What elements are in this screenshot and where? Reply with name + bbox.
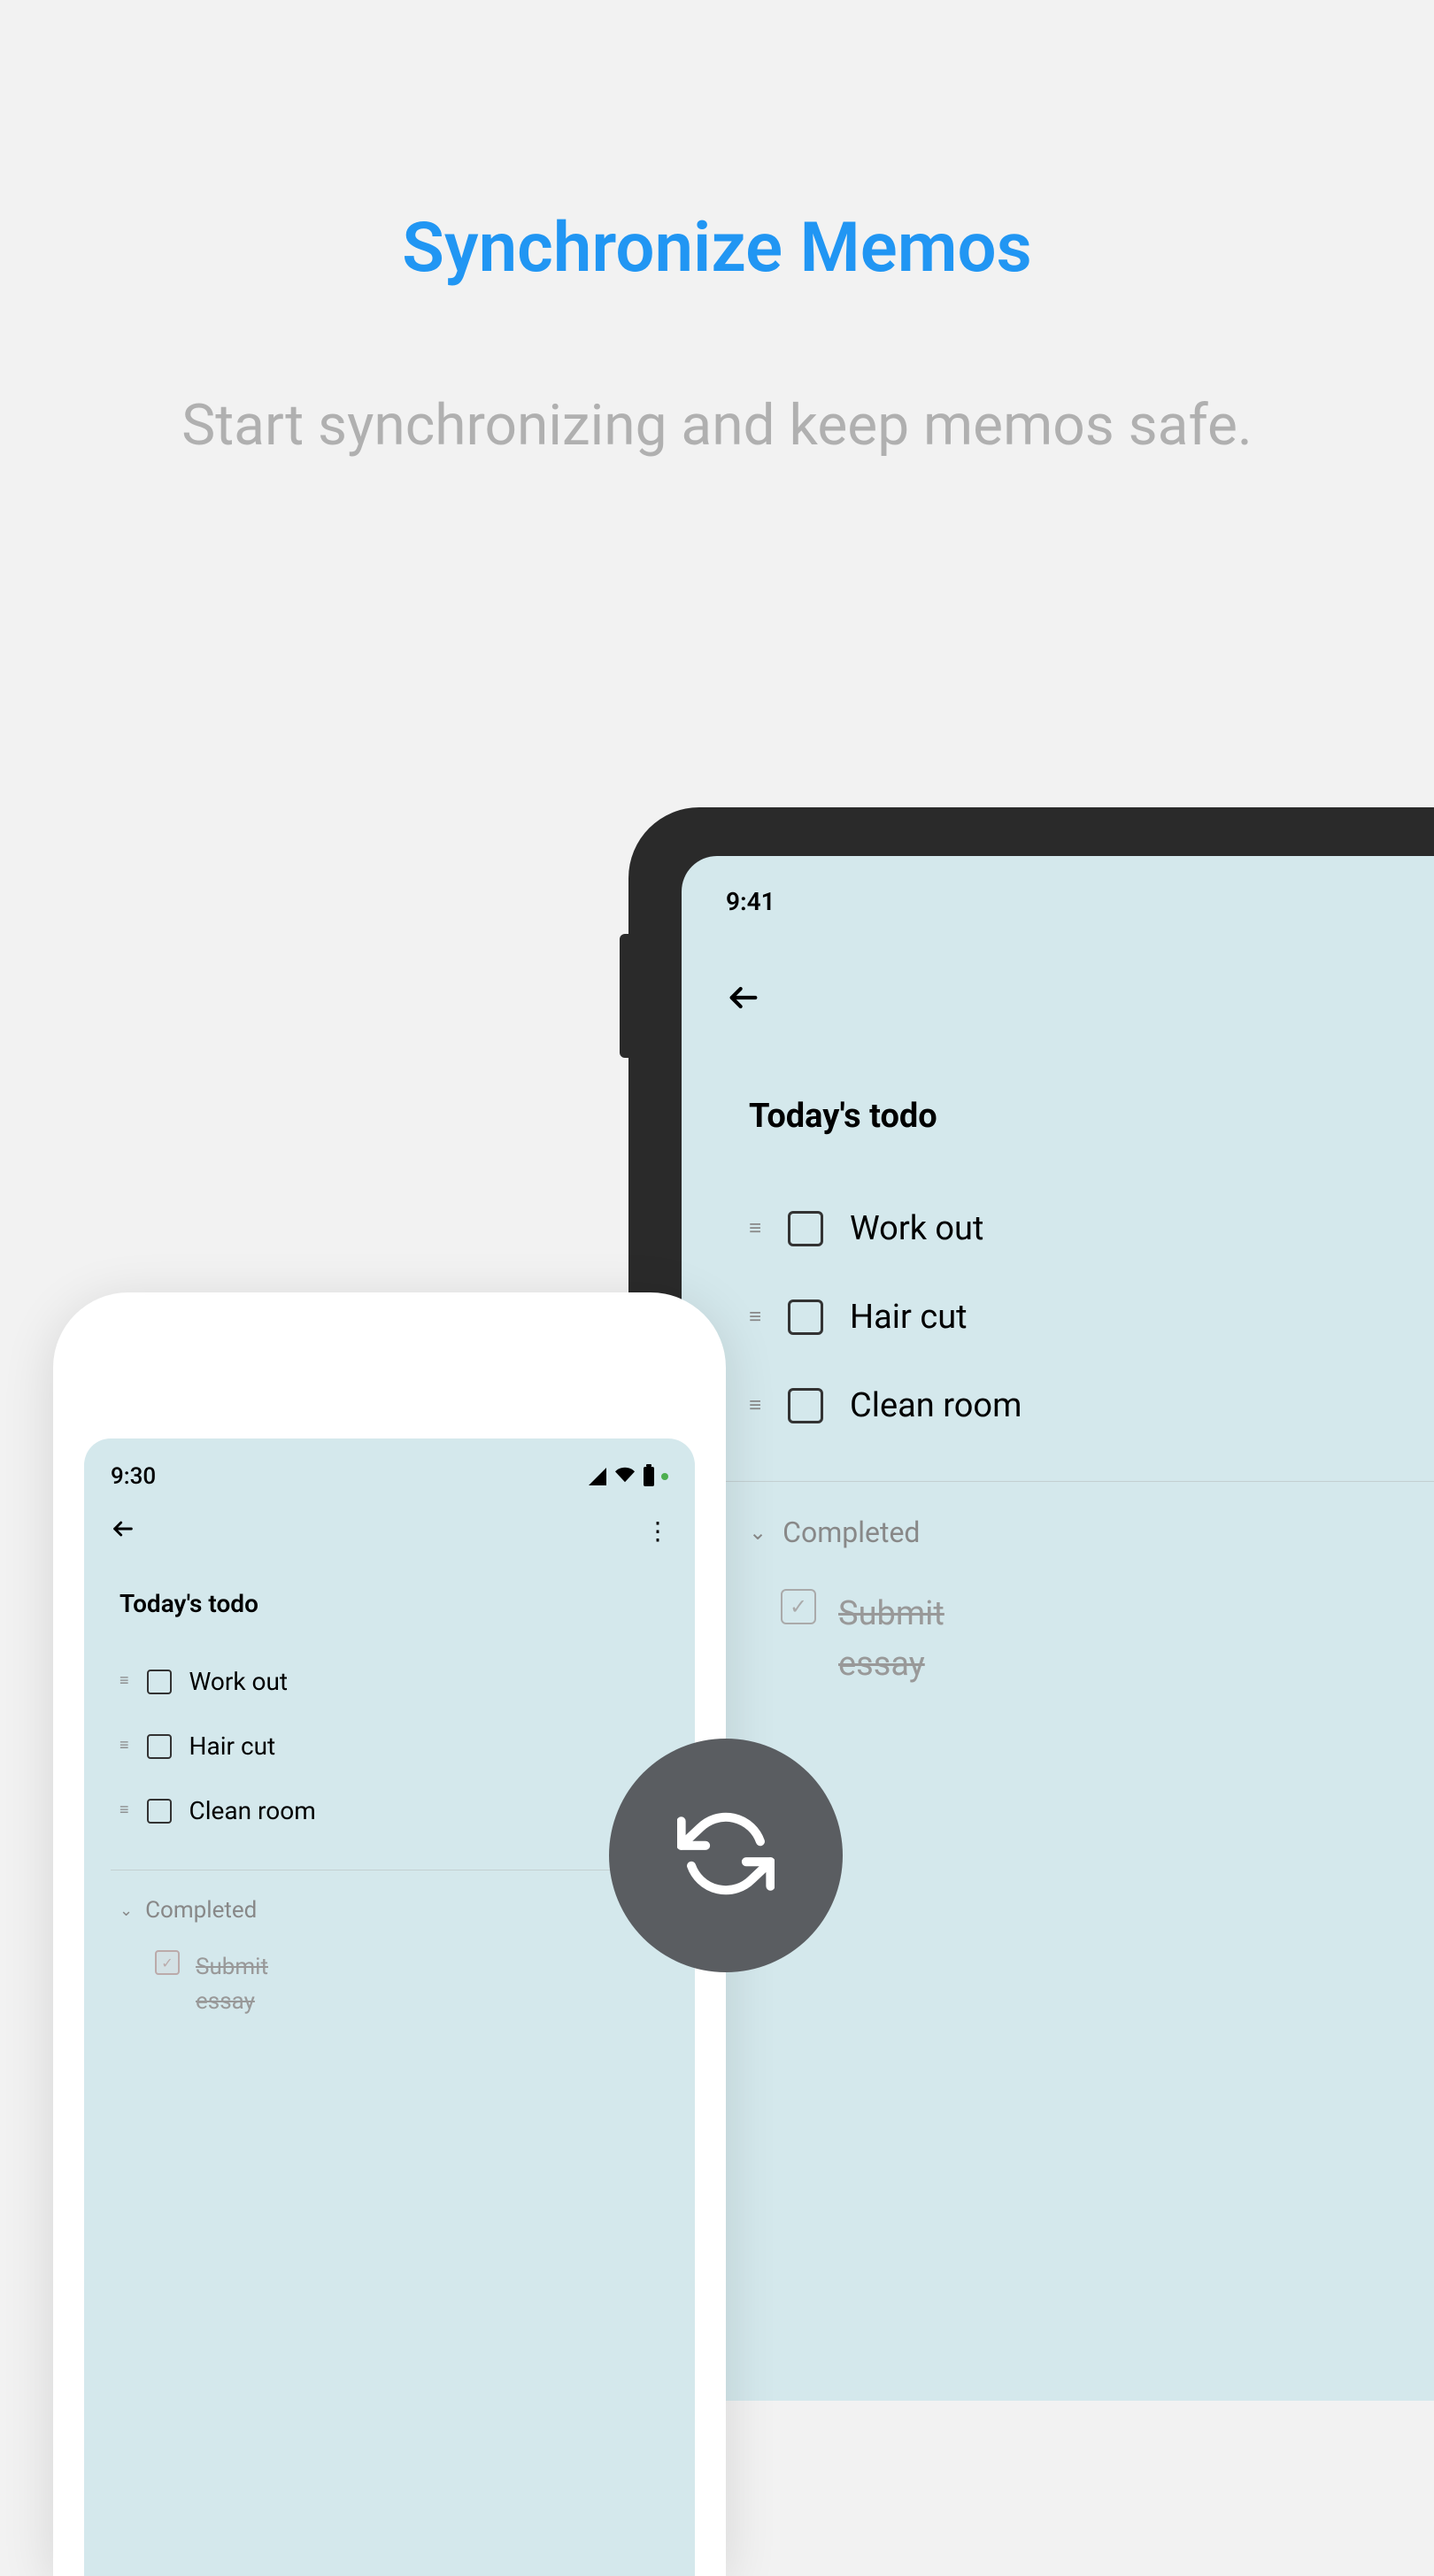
chevron-down-icon: ⌄ [120, 1901, 133, 1920]
phone-status-icons [589, 1465, 668, 1488]
page-title: Synchronize Memos [0, 0, 1434, 289]
sync-icon [677, 1805, 775, 1906]
sync-button[interactable] [609, 1739, 843, 1972]
todo-text: Clean room [189, 1796, 316, 1825]
completed-item[interactable]: ✓ Submit essay [111, 1924, 668, 2019]
checkbox[interactable] [147, 1734, 172, 1759]
tablet-todo-list: ≡ Work out ≡ Hair cut ≡ Clean room [726, 1184, 1434, 1450]
divider [726, 1481, 1434, 1482]
checkbox[interactable] [147, 1799, 172, 1824]
todo-text: Hair cut [850, 1298, 968, 1337]
battery-icon [644, 1467, 654, 1486]
phone-status-time: 9:30 [111, 1463, 156, 1490]
todo-text: Clean room [850, 1386, 1022, 1425]
page-subtitle: Start synchronizing and keep memos safe. [0, 289, 1434, 466]
status-dot-icon [661, 1473, 668, 1480]
checkbox[interactable] [788, 1388, 823, 1423]
checkbox-checked[interactable]: ✓ [155, 1950, 180, 1975]
completed-item[interactable]: ✓ Submit essay [726, 1549, 1434, 1690]
back-button[interactable] [726, 978, 1434, 1026]
todo-item[interactable]: ≡ Clean room [726, 1361, 1434, 1450]
back-button[interactable] [111, 1512, 135, 1549]
todo-item[interactable]: ≡ Hair cut [111, 1714, 668, 1778]
todo-item[interactable]: ≡ Hair cut [726, 1273, 1434, 1361]
drag-handle-icon[interactable]: ≡ [749, 1220, 761, 1237]
completed-section-header[interactable]: ⌄ Completed ⚙ [111, 1870, 668, 1924]
chevron-down-icon: ⌄ [749, 1520, 767, 1545]
todo-text: Hair cut [189, 1731, 276, 1761]
completed-section-header[interactable]: ⌄ Completed [726, 1482, 1434, 1549]
phone-header: ⋮ [111, 1512, 668, 1549]
checkbox-checked[interactable]: ✓ [781, 1589, 816, 1624]
completed-text: Submit essay [838, 1589, 980, 1690]
todo-text: Work out [850, 1209, 983, 1248]
tablet-status-time: 9:41 [726, 887, 1434, 916]
drag-handle-icon[interactable]: ≡ [120, 1804, 129, 1816]
wifi-icon [613, 1465, 636, 1488]
checkbox[interactable] [788, 1211, 823, 1246]
tablet-screen: 9:41 Today's todo ≡ Work out ≡ Hair cut … [682, 856, 1434, 2401]
todo-item[interactable]: ≡ Work out [111, 1649, 668, 1714]
tablet-memo-title: Today's todo [726, 1097, 1434, 1136]
checkbox[interactable] [147, 1670, 172, 1694]
completed-label: Completed [783, 1516, 920, 1549]
phone-screen: 9:30 ⋮ Today's todo ≡ Work out [84, 1438, 695, 2576]
signal-icon [589, 1468, 606, 1485]
more-options-icon[interactable]: ⋮ [645, 1516, 668, 1546]
completed-label: Completed [145, 1897, 257, 1924]
phone-todo-list: ≡ Work out ≡ Hair cut ≡ Clean room [111, 1649, 668, 1843]
drag-handle-icon[interactable]: ≡ [749, 1397, 761, 1414]
phone-status-bar: 9:30 [111, 1463, 668, 1490]
drag-handle-icon[interactable]: ≡ [120, 1739, 129, 1752]
drag-handle-icon[interactable]: ≡ [749, 1308, 761, 1325]
todo-item[interactable]: ≡ Clean room [111, 1778, 668, 1843]
phone-memo-title: Today's todo [111, 1589, 668, 1618]
completed-text: Submit essay [196, 1950, 302, 2019]
tablet-device-frame: 9:41 Today's todo ≡ Work out ≡ Hair cut … [628, 807, 1434, 2401]
phone-device-frame: 9:30 ⋮ Today's todo ≡ Work out [53, 1292, 726, 2576]
drag-handle-icon[interactable]: ≡ [120, 1675, 129, 1687]
todo-text: Work out [189, 1667, 289, 1696]
todo-item[interactable]: ≡ Work out [726, 1184, 1434, 1273]
checkbox[interactable] [788, 1300, 823, 1335]
